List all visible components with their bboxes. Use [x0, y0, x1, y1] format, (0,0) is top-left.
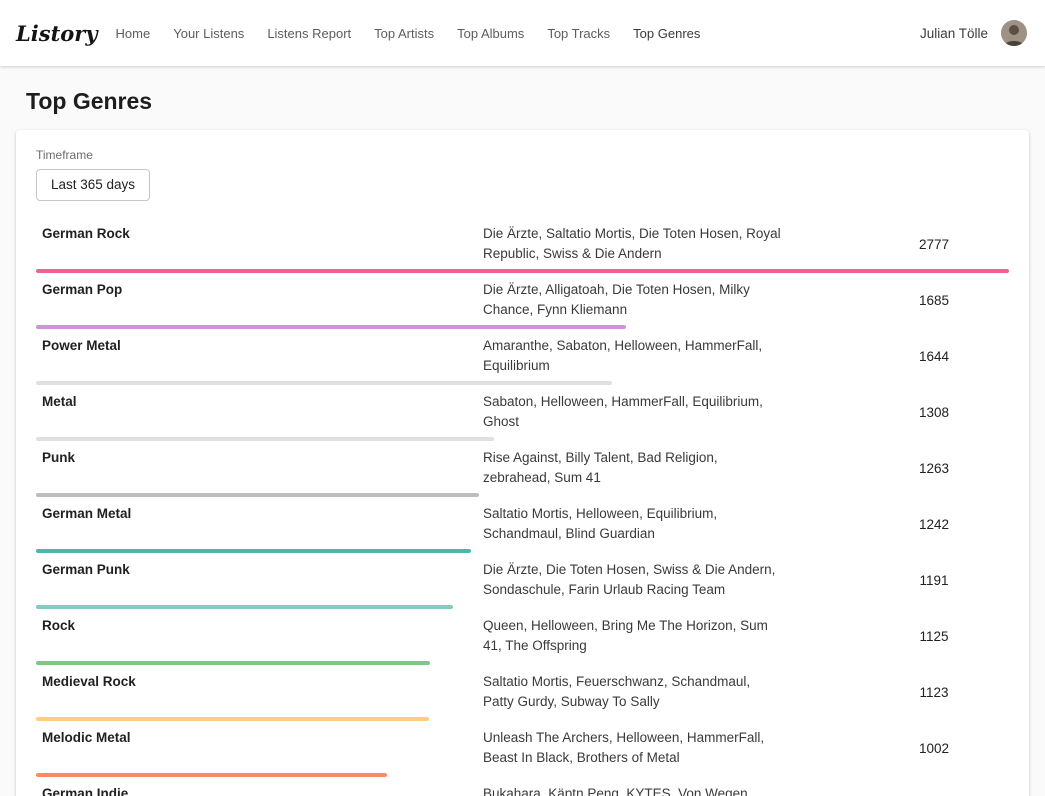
- genre-count: 1191: [859, 573, 1009, 588]
- genre-table: German Rock Die Ärzte, Saltatio Mortis, …: [36, 217, 1009, 796]
- genre-row: Power Metal Amaranthe, Sabaton, Hellowee…: [36, 329, 1009, 385]
- genre-row: German Punk Die Ärzte, Die Toten Hosen, …: [36, 553, 1009, 609]
- genre-count: 1263: [859, 461, 1009, 476]
- user-area: Julian Tölle: [920, 20, 1027, 46]
- nav-item-top-artists[interactable]: Top Artists: [374, 26, 434, 41]
- timeframe-select[interactable]: Last 365 days: [36, 169, 150, 201]
- genre-bar-track: [36, 605, 1009, 609]
- genre-row: German Rock Die Ärzte, Saltatio Mortis, …: [36, 217, 1009, 273]
- app-logo[interactable]: Listory: [16, 21, 98, 46]
- genre-bar: [36, 269, 1009, 273]
- genre-artists: Die Ärzte, Die Toten Hosen, Swiss & Die …: [483, 560, 781, 601]
- genre-artists: Die Ärzte, Alligatoah, Die Toten Hosen, …: [483, 280, 781, 321]
- genre-count: 1644: [859, 349, 1009, 364]
- nav-item-listens-report[interactable]: Listens Report: [267, 26, 351, 41]
- genre-count: 1125: [859, 629, 1009, 644]
- genre-name: Melodic Metal: [36, 728, 483, 769]
- genre-bar: [36, 661, 430, 665]
- genre-bar: [36, 773, 387, 777]
- genre-artists: Queen, Helloween, Bring Me The Horizon, …: [483, 616, 781, 657]
- user-avatar[interactable]: [1001, 20, 1027, 46]
- genre-count: 1685: [859, 293, 1009, 308]
- genre-count: 1242: [859, 517, 1009, 532]
- top-genres-card: Timeframe Last 365 days German Rock Die …: [16, 130, 1029, 796]
- main-content: Top Genres Timeframe Last 365 days Germa…: [0, 88, 1045, 796]
- genre-bar-track: [36, 661, 1009, 665]
- genre-artists: Saltatio Mortis, Helloween, Equilibrium,…: [483, 504, 781, 545]
- nav-item-top-albums[interactable]: Top Albums: [457, 26, 524, 41]
- genre-artists: Amaranthe, Sabaton, Helloween, HammerFal…: [483, 336, 781, 377]
- genre-bar-track: [36, 717, 1009, 721]
- genre-row: Melodic Metal Unleash The Archers, Hello…: [36, 721, 1009, 777]
- genre-name: Punk: [36, 448, 483, 489]
- genre-row: Metal Sabaton, Helloween, HammerFall, Eq…: [36, 385, 1009, 441]
- genre-name: German Pop: [36, 280, 483, 321]
- genre-artists: Bukahara, Käptn Peng, KYTES, Von Wegen L…: [483, 784, 781, 796]
- genre-bar: [36, 325, 626, 329]
- timeframe-label: Timeframe: [36, 148, 1009, 162]
- genre-name: Metal: [36, 392, 483, 433]
- genre-artists: Die Ärzte, Saltatio Mortis, Die Toten Ho…: [483, 224, 781, 265]
- genre-count: 2777: [859, 237, 1009, 252]
- genre-row: Medieval Rock Saltatio Mortis, Feuerschw…: [36, 665, 1009, 721]
- genre-bar: [36, 717, 429, 721]
- genre-count: 1308: [859, 405, 1009, 420]
- genre-bar-track: [36, 381, 1009, 385]
- genre-bar: [36, 437, 494, 441]
- genre-bar: [36, 605, 453, 609]
- genre-count: 1123: [859, 685, 1009, 700]
- top-nav-bar: Listory Home Your Listens Listens Report…: [0, 0, 1045, 66]
- genre-bar-track: [36, 549, 1009, 553]
- genre-row: German Indie Bukahara, Käptn Peng, KYTES…: [36, 777, 1009, 796]
- genre-name: German Metal: [36, 504, 483, 545]
- genre-artists: Unleash The Archers, Helloween, HammerFa…: [483, 728, 781, 769]
- user-name: Julian Tölle: [920, 26, 988, 41]
- genre-name: German Indie: [36, 784, 483, 796]
- genre-name: Rock: [36, 616, 483, 657]
- person-icon: [1001, 20, 1027, 46]
- nav-item-your-listens[interactable]: Your Listens: [173, 26, 244, 41]
- genre-bar: [36, 381, 612, 385]
- genre-bar-track: [36, 325, 1009, 329]
- genre-row: Rock Queen, Helloween, Bring Me The Hori…: [36, 609, 1009, 665]
- genre-name: Power Metal: [36, 336, 483, 377]
- genre-row: German Metal Saltatio Mortis, Helloween,…: [36, 497, 1009, 553]
- nav-item-home[interactable]: Home: [116, 26, 151, 41]
- genre-bar-track: [36, 493, 1009, 497]
- genre-bar-track: [36, 437, 1009, 441]
- genre-artists: Rise Against, Billy Talent, Bad Religion…: [483, 448, 781, 489]
- genre-name: German Punk: [36, 560, 483, 601]
- main-nav: Home Your Listens Listens Report Top Art…: [116, 26, 724, 41]
- genre-row: Punk Rise Against, Billy Talent, Bad Rel…: [36, 441, 1009, 497]
- genre-name: Medieval Rock: [36, 672, 483, 713]
- genre-bar: [36, 493, 479, 497]
- genre-bar: [36, 549, 471, 553]
- genre-count: 1002: [859, 741, 1009, 756]
- genre-bar-track: [36, 269, 1009, 273]
- nav-item-top-genres[interactable]: Top Genres: [633, 26, 700, 41]
- page-title: Top Genres: [26, 88, 1045, 115]
- genre-name: German Rock: [36, 224, 483, 265]
- genre-artists: Sabaton, Helloween, HammerFall, Equilibr…: [483, 392, 781, 433]
- genre-row: German Pop Die Ärzte, Alligatoah, Die To…: [36, 273, 1009, 329]
- genre-bar-track: [36, 773, 1009, 777]
- nav-item-top-tracks[interactable]: Top Tracks: [547, 26, 610, 41]
- genre-artists: Saltatio Mortis, Feuerschwanz, Schandmau…: [483, 672, 781, 713]
